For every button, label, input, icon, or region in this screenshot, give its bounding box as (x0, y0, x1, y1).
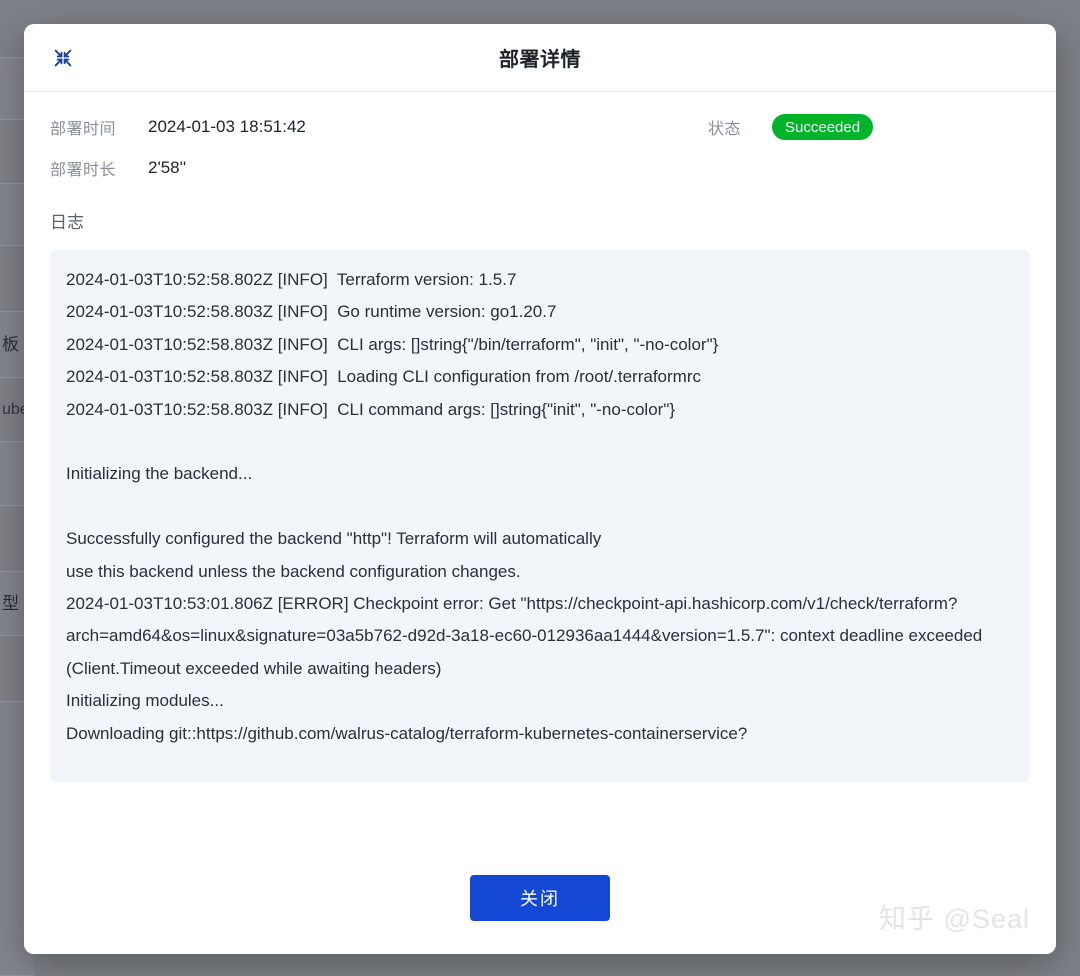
log-line: 2024-01-03T10:52:58.803Z [INFO] Loading … (66, 367, 701, 387)
dialog-body: 部署时间 2024-01-03 18:51:42 状态 Succeeded 部署… (24, 92, 1056, 782)
log-section-label: 日志 (50, 213, 84, 232)
duration-label: 部署时长 (50, 162, 117, 179)
status-badge: Succeeded (772, 114, 874, 140)
deploy-time-label: 部署时间 (50, 121, 117, 138)
duration-value: 2'58'' (148, 158, 187, 177)
log-line: 2024-01-03T10:52:58.802Z [INFO] Terrafor… (66, 270, 517, 289)
log-line: Initializing the backend... (66, 464, 253, 484)
log-line: Successfully configured the backend "htt… (66, 529, 602, 549)
log-line: Initializing modules... (66, 691, 224, 711)
log-line: use this backend unless the backend conf… (66, 561, 521, 581)
log-output-panel[interactable]: 2024-01-03T10:52:58.802Z [INFO] Terrafor… (50, 250, 1030, 782)
shrink-arrows-icon-svg (54, 49, 72, 66)
dialog-footer: 关闭 (24, 842, 1056, 954)
shrink-arrows-icon[interactable] (48, 43, 78, 73)
deployment-meta: 部署时间 2024-01-03 18:51:42 状态 Succeeded 部署… (50, 114, 1030, 180)
log-line: 2024-01-03T10:53:01.806Z [ERROR] Checkpo… (66, 594, 987, 678)
log-line: 2024-01-03T10:52:58.803Z [INFO] Go runti… (66, 302, 557, 322)
deploy-time-value: 2024-01-03 18:51:42 (148, 117, 306, 136)
status-badge-cell: Succeeded (772, 114, 1030, 140)
close-button[interactable]: 关闭 (470, 875, 610, 921)
dialog-header: 部署详情 (24, 24, 1056, 92)
deployment-detail-dialog: 部署详情 部署时间 2024-01-03 18:51:42 状态 Succeed… (24, 24, 1056, 954)
log-line: Downloading git::https://github.com/walr… (66, 723, 748, 743)
status-label: 状态 (708, 121, 742, 138)
page-title: 部署详情 (499, 49, 581, 71)
log-line: 2024-01-03T10:52:58.803Z [INFO] CLI comm… (66, 399, 676, 419)
log-line: 2024-01-03T10:52:58.803Z [INFO] CLI args… (66, 334, 719, 354)
